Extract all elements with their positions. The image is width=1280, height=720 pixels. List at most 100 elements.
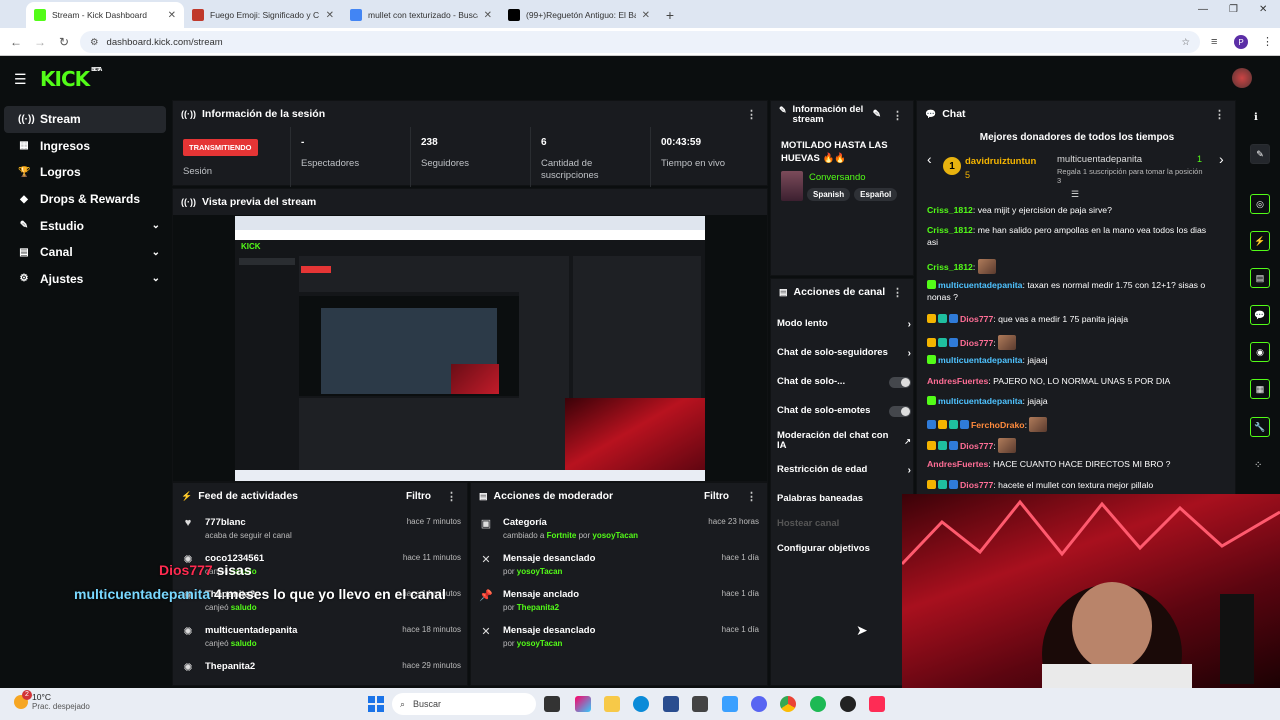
channel-action-configurar-objetivos[interactable]: Configurar objetivos [777, 544, 911, 554]
hamburger-menu-icon[interactable]: ☰ [14, 71, 27, 88]
broadcast-icon[interactable]: ◉ [1250, 342, 1270, 362]
info-icon[interactable]: ℹ [1254, 112, 1258, 123]
session-menu-icon[interactable]: ⋮ [746, 108, 757, 121]
channel-action-modo-lento[interactable]: Modo lento › [777, 319, 911, 330]
sidebar-item-canal[interactable]: ▤ Canal ⌄ [4, 239, 166, 266]
feed-menu-icon[interactable]: ⋮ [446, 490, 457, 503]
reload-icon[interactable]: ↻ [52, 35, 76, 49]
browser-tab[interactable]: mullet con texturizado - Buscar ✕ [342, 2, 500, 28]
edit-stream-info-icon[interactable]: ✎ [873, 109, 881, 120]
kick-logo[interactable]: KICK BETA [40, 67, 102, 91]
second-donor-name[interactable]: multicuentadepanita [1057, 154, 1142, 165]
close-tab-icon[interactable]: ✕ [168, 10, 176, 21]
sidebar-item-stream[interactable]: ((·)) Stream [4, 106, 166, 133]
maximize-icon[interactable]: ❐ [1229, 4, 1238, 15]
more-icon[interactable]: ⁘ [1254, 460, 1262, 471]
wrench-icon[interactable]: 🔧 [1250, 417, 1270, 437]
channel-action-palabras-baneadas[interactable]: Palabras baneadas [777, 494, 911, 504]
sidebar-item-logros[interactable]: 🏆 Logros [4, 159, 166, 186]
app-icon[interactable] [692, 696, 708, 712]
toggle-switch[interactable] [889, 376, 911, 388]
tag-chip[interactable]: Spanish [807, 188, 851, 201]
channel-action-moderaci-n-del-chat-con-ia[interactable]: Moderación del chat con IA ↗ [777, 431, 911, 451]
chat-username[interactable]: multicuentadepanita [938, 396, 1022, 406]
mod-filter-button[interactable]: Filtro [704, 491, 729, 502]
close-tab-icon[interactable]: ✕ [642, 10, 650, 21]
back-icon[interactable]: ← [4, 35, 28, 49]
minimize-icon[interactable]: — [1198, 4, 1208, 15]
chat-username[interactable]: Criss_1812 [927, 225, 973, 235]
edge-icon[interactable] [633, 696, 649, 712]
chat-username[interactable]: AndresFuertes [927, 376, 988, 386]
close-tab-icon[interactable]: ✕ [484, 10, 492, 21]
sidebar-item-ingresos[interactable]: ▦ Ingresos [4, 133, 166, 160]
windows-start-icon[interactable] [368, 696, 384, 712]
flash-icon[interactable]: ⚡ [1250, 231, 1270, 251]
close-window-icon[interactable]: ✕ [1259, 4, 1267, 15]
chat-filter-icon[interactable]: ☰ [1071, 189, 1079, 200]
stream-info-menu-icon[interactable]: ⋮ [892, 109, 903, 122]
obs-icon[interactable] [840, 696, 856, 712]
store-icon[interactable] [663, 696, 679, 712]
bookmark-star-icon[interactable]: ☆ [1181, 37, 1190, 48]
browser-menu-icon[interactable]: ⋮ [1262, 35, 1273, 48]
stream-preview-video[interactable]: KICK [235, 216, 705, 481]
chat-username[interactable]: FerchoDrako [971, 420, 1025, 430]
chat-username[interactable]: AndresFuertes [927, 459, 988, 469]
url-field[interactable]: ⚙ dashboard.kick.com/stream ☆ [80, 31, 1200, 53]
chat-username[interactable]: Dios777 [960, 314, 993, 324]
discord-icon[interactable] [751, 696, 767, 712]
donor-next-icon[interactable]: › [1219, 151, 1224, 167]
chat-username[interactable]: multicuentadepanita [938, 355, 1022, 365]
channel-action-chat-de-solo-[interactable]: Chat de solo-... [777, 376, 911, 388]
mod-menu-icon[interactable]: ⋮ [746, 490, 757, 503]
task-view-icon[interactable] [544, 696, 560, 712]
chat-username[interactable]: multicuentadepanita [938, 280, 1022, 290]
clip-icon[interactable]: ◎ [1250, 194, 1270, 214]
file-explorer-icon[interactable] [604, 696, 620, 712]
top-donor-name[interactable]: davidruiztuntun [965, 156, 1036, 167]
browser-tab[interactable]: (99+)Reguetón Antiguo: El Baile ✕ [500, 2, 658, 28]
chrome-icon[interactable] [780, 696, 796, 712]
forward-icon[interactable]: → [28, 35, 52, 49]
toggle-switch[interactable] [889, 405, 911, 417]
close-tab-icon[interactable]: ✕ [326, 10, 334, 21]
site-info-icon[interactable]: ⚙ [90, 37, 99, 48]
sidebar-item-drops-rewards[interactable]: ◆ Drops & Rewards [4, 186, 166, 213]
feed-item-user[interactable]: multicuentadepanita [205, 625, 297, 636]
chat-menu-icon[interactable]: ⋮ [1214, 108, 1225, 121]
feed-item-user[interactable]: Thepanita2 [205, 661, 255, 672]
document-icon[interactable]: ▤ [1250, 268, 1270, 288]
edit-layout-icon[interactable]: ✎ [1250, 144, 1270, 164]
user-avatar[interactable] [1232, 68, 1252, 88]
tag-chip[interactable]: Español [854, 188, 898, 201]
reading-list-icon[interactable]: ≡ [1211, 36, 1217, 48]
panel-icon[interactable]: ▦ [1250, 379, 1270, 399]
new-tab-button[interactable]: + [658, 2, 682, 28]
channel-action-chat-de-solo-emotes[interactable]: Chat de solo-emotes [777, 405, 911, 417]
sidebar-item-ajustes[interactable]: ⚙ Ajustes ⌄ [4, 266, 166, 293]
profile-avatar[interactable]: P [1234, 35, 1248, 49]
browser-tab[interactable]: Stream - Kick Dashboard ✕ [26, 2, 184, 28]
weather-widget[interactable]: 2 10°C Prac. despejado [14, 690, 90, 711]
channel-action-chat-de-solo-seguidores[interactable]: Chat de solo-seguidores › [777, 348, 911, 359]
category-thumbnail[interactable] [781, 171, 803, 201]
capcut-icon[interactable] [722, 696, 738, 712]
chat-action-icon[interactable]: 💬 [1250, 305, 1270, 325]
chat-username[interactable]: Dios777 [960, 441, 993, 451]
browser-tab[interactable]: Fuego Emoji: Significado y C ✕ [184, 2, 342, 28]
feed-filter-button[interactable]: Filtro [406, 491, 431, 502]
chat-username[interactable]: Dios777 [960, 338, 993, 348]
copilot-icon[interactable] [575, 696, 591, 712]
channel-actions-menu-icon[interactable]: ⋮ [892, 286, 903, 299]
sidebar-item-estudio[interactable]: ✎ Estudio ⌄ [4, 212, 166, 239]
taskbar-search[interactable]: ⌕ Buscar [392, 693, 536, 715]
category-name[interactable]: Conversando [809, 172, 866, 183]
channel-action-restricci-n-de-edad[interactable]: Restricción de edad › [777, 465, 911, 476]
tiktok-icon[interactable] [869, 696, 885, 712]
spotify-icon[interactable] [810, 696, 826, 712]
donor-prev-icon[interactable]: ‹ [927, 151, 932, 167]
chat-username[interactable]: Criss_1812 [927, 205, 973, 215]
chat-username[interactable]: Criss_1812 [927, 262, 973, 272]
chat-username[interactable]: Dios777 [960, 480, 993, 490]
